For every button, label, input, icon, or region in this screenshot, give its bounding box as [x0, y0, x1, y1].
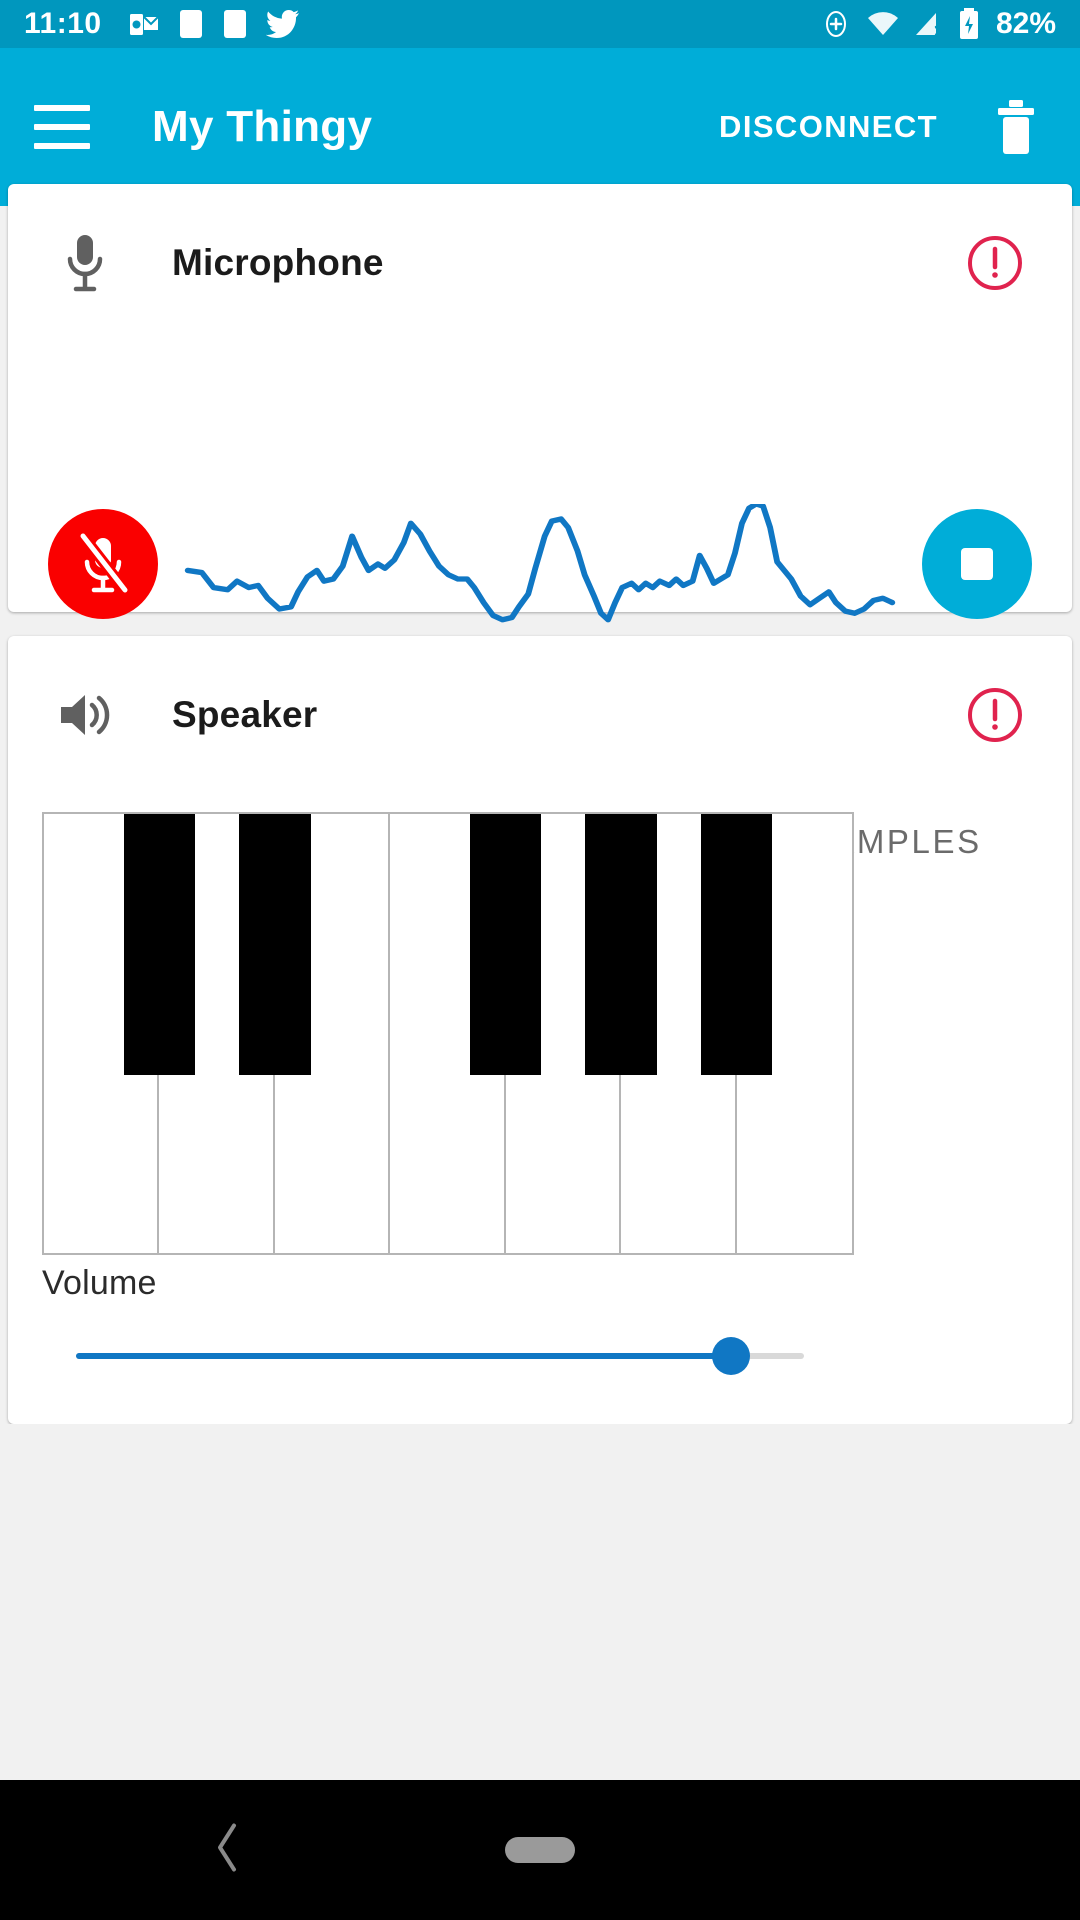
- speaker-volume-icon: [54, 690, 116, 740]
- android-navigation-bar: [0, 1780, 1080, 1920]
- page-title: My Thingy: [152, 102, 373, 151]
- microphone-stop-button[interactable]: [922, 509, 1032, 619]
- disconnect-button[interactable]: DISCONNECT: [719, 109, 938, 145]
- page-bottom-strip: [0, 1424, 1080, 1480]
- microphone-mute-button[interactable]: [48, 509, 158, 619]
- battery-charging-icon: [959, 8, 978, 39]
- piano-black-key-1[interactable]: [123, 814, 196, 1075]
- speaker-card: Speaker FREQUENCY PCM SAMPLES: [8, 636, 1072, 1424]
- trash-icon[interactable]: [986, 97, 1046, 157]
- piano-black-key-3[interactable]: [469, 814, 542, 1075]
- microphone-card-header: Microphone: [8, 184, 1072, 294]
- piano-keyboard[interactable]: [42, 812, 854, 1255]
- stop-square-icon: [961, 548, 993, 580]
- home-pill-icon[interactable]: [505, 1837, 575, 1863]
- status-bar-system-icons: 82%: [820, 7, 1056, 41]
- back-chevron-icon[interactable]: [212, 1822, 242, 1879]
- piano-black-key-2[interactable]: [239, 814, 311, 1075]
- phone-screen: 11:10 82% My Thingy DISCONNECT Microphon…: [0, 0, 1080, 1920]
- speaker-card-title: Speaker: [172, 694, 318, 735]
- piano-black-key-4[interactable]: [585, 814, 657, 1075]
- wifi-icon: [867, 12, 898, 35]
- hamburger-menu-icon[interactable]: [34, 105, 90, 149]
- volume-slider[interactable]: [76, 1337, 804, 1375]
- microphone-card: Microphone: [8, 184, 1072, 623]
- microphone-error-circle-icon[interactable]: [964, 232, 1026, 294]
- status-bar-notification-icons: [128, 8, 820, 40]
- speaker-card-header: Speaker: [8, 636, 1072, 746]
- volume-slider-fill: [76, 1353, 732, 1359]
- add-location-icon: [825, 11, 846, 37]
- volume-slider-thumb[interactable]: [712, 1337, 751, 1375]
- microphone-controls-row: [8, 484, 1072, 644]
- app-icon-1: [179, 10, 202, 38]
- volume-label: Volume: [42, 1264, 157, 1302]
- battery-percentage: 82%: [995, 7, 1056, 40]
- waveform-line: [184, 504, 896, 623]
- piano-black-key-5[interactable]: [700, 814, 773, 1075]
- microphone-card-title: Microphone: [172, 242, 384, 283]
- outlook-icon: [129, 14, 159, 35]
- app-icon-2: [223, 10, 246, 38]
- speaker-error-circle-icon[interactable]: [964, 684, 1026, 746]
- app-bar: My Thingy DISCONNECT: [0, 48, 1080, 206]
- microphone-off-icon: [77, 532, 131, 596]
- status-bar-clock: 11:10: [24, 7, 102, 40]
- microphone-waveform: [158, 484, 922, 644]
- cellular-off-icon: [915, 13, 944, 37]
- microphone-icon: [54, 233, 116, 293]
- twitter-icon: [265, 10, 299, 38]
- status-bar: 11:10 82%: [0, 0, 1080, 48]
